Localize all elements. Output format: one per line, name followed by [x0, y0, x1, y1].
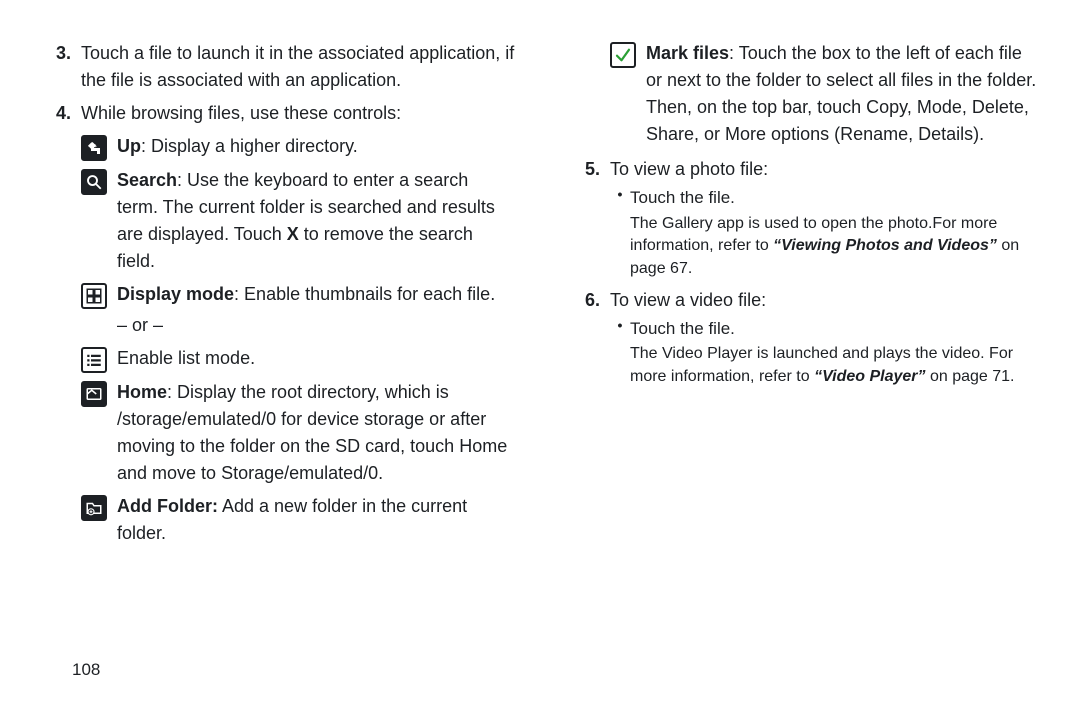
step-6-subtext: The Video Player is launched and plays t… [630, 343, 1045, 388]
control-display-mode: Display mode: Enable thumbnails for each… [81, 281, 516, 339]
grid-icon [81, 283, 107, 309]
step-5-bullet: • Touch the file. [610, 185, 1045, 211]
step-4: 4. While browsing files, use these contr… [35, 100, 516, 547]
cross-ref: “Viewing Photos and Videos” [773, 237, 997, 254]
search-icon [81, 169, 107, 195]
mark-files-label: Mark files [646, 43, 729, 63]
control-mark-files: Mark files: Touch the box to the left of… [610, 40, 1045, 148]
right-column: Mark files: Touch the box to the left of… [564, 40, 1045, 700]
add-folder-icon [81, 495, 107, 521]
display-mode-text: : Enable thumbnails for each file. [234, 284, 495, 304]
step-text: While browsing files, use these controls… [81, 100, 516, 547]
step-5: 5. To view a photo file: • Touch the fil… [564, 156, 1045, 281]
home-icon [81, 381, 107, 407]
up-label: Up [117, 136, 141, 156]
up-text: : Display a higher directory. [141, 136, 358, 156]
left-column: 3. Touch a file to launch it in the asso… [35, 40, 516, 700]
home-text: : Display the root directory, which is /… [117, 382, 507, 483]
or-text: – or – [117, 312, 510, 339]
home-label: Home [117, 382, 167, 402]
step-text: Touch a file to launch it in the associa… [81, 40, 516, 94]
control-add-folder: Add Folder: Add a new folder in the curr… [81, 493, 516, 547]
step-number: 3. [35, 40, 81, 94]
bullet-icon: • [610, 316, 630, 342]
step-number: 5. [564, 156, 610, 281]
control-home: Home: Display the root directory, which … [81, 379, 516, 487]
add-folder-label: Add Folder: [117, 496, 218, 516]
step-number: 4. [35, 100, 81, 547]
up-icon [81, 135, 107, 161]
control-mark-files-row: Mark files: Touch the box to the left of… [564, 40, 1045, 148]
control-search: Search: Use the keyboard to enter a sear… [81, 167, 516, 275]
display-mode-label: Display mode [117, 284, 234, 304]
step-6-lead: To view a video file: [610, 287, 1045, 314]
search-x: X [287, 224, 299, 244]
checkbox-icon [610, 42, 636, 68]
bullet-icon: • [610, 185, 630, 211]
step-5-lead: To view a photo file: [610, 156, 1045, 183]
control-list-mode: Enable list mode. [81, 345, 516, 373]
step-4-lead: While browsing files, use these controls… [81, 100, 516, 127]
list-icon [81, 347, 107, 373]
step-6: 6. To view a video file: • Touch the fil… [564, 287, 1045, 389]
control-up: Up: Display a higher directory. [81, 133, 516, 161]
step-5-bullet-text: Touch the file. [630, 185, 1045, 211]
step-6-bullet: • Touch the file. [610, 316, 1045, 342]
step-3: 3. Touch a file to launch it in the asso… [35, 40, 516, 94]
page-number: 108 [72, 657, 100, 683]
search-label: Search [117, 170, 177, 190]
cross-ref: “Video Player” [814, 368, 925, 385]
step-6-bullet-text: Touch the file. [630, 316, 1045, 342]
list-mode-text: Enable list mode. [117, 345, 516, 373]
step-number: 6. [564, 287, 610, 389]
step-5-subtext: The Gallery app is used to open the phot… [630, 213, 1045, 281]
